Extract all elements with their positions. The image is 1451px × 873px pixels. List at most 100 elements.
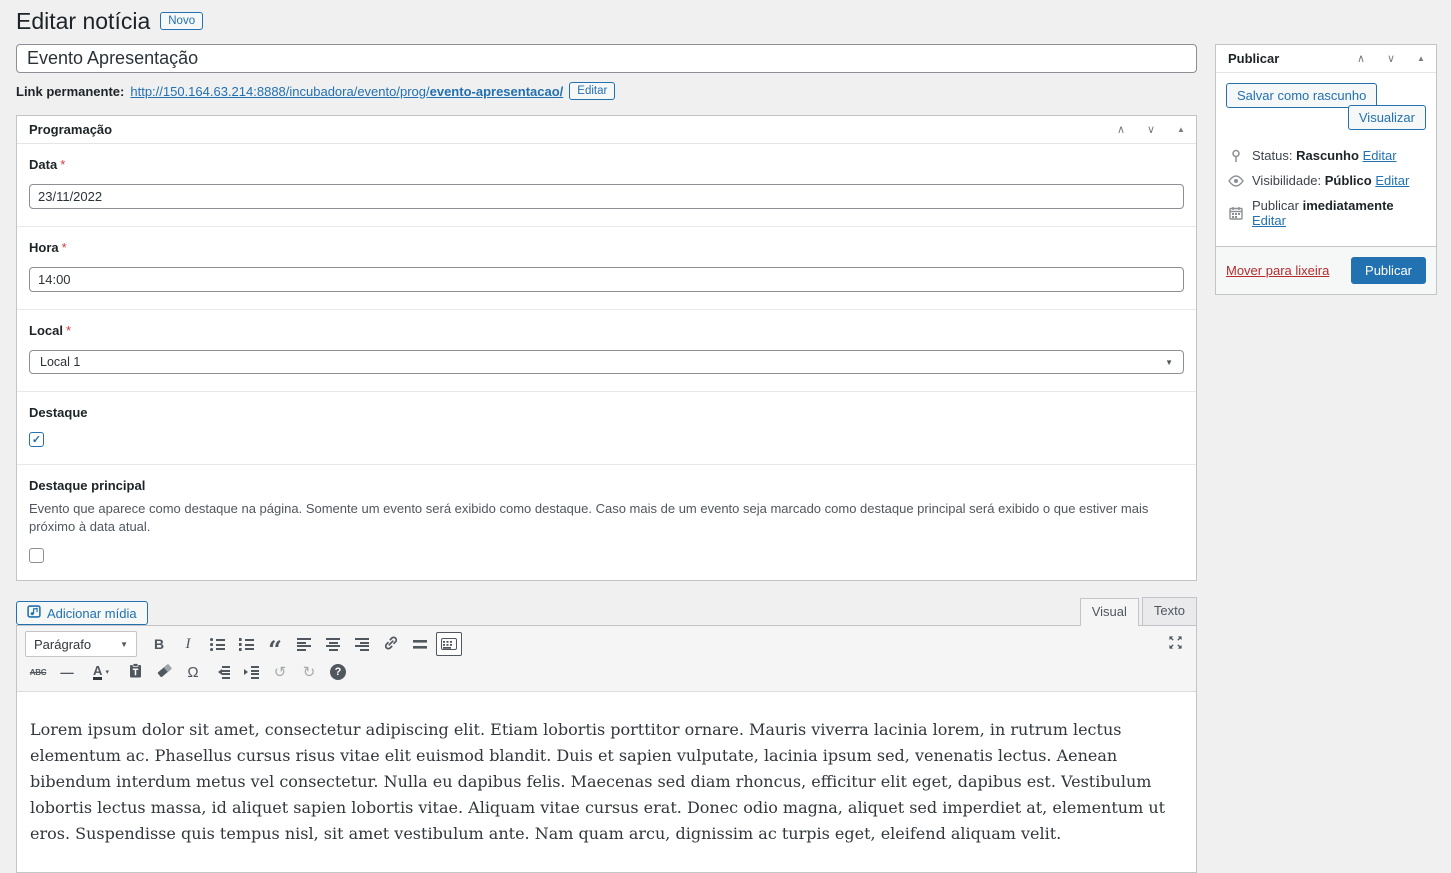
publish-sidebar: Publicar ∧ ∨ ▲ Salvar como rascunho Visu… [1215,44,1437,295]
hora-label: Hora [29,240,59,255]
destaque-principal-checkbox[interactable] [29,548,44,563]
fullscreen-icon [1168,635,1183,653]
preview-button[interactable]: Visualizar [1348,105,1426,130]
toolbar-row-2: ABC — A▾ Ω ↺ ↻ ? [25,658,1188,686]
move-down-icon[interactable]: ∨ [1376,45,1406,72]
italic-button[interactable]: I [175,632,201,656]
editor-content-area[interactable]: Lorem ipsum dolor sit amet, consectetur … [17,692,1196,872]
bold-icon: B [154,636,164,652]
metabox-handle-actions: ∧ ∨ ▲ [1106,116,1196,143]
tab-visual[interactable]: Visual [1080,598,1139,626]
align-left-icon [297,638,311,651]
field-destaque: Destaque ✓ [17,391,1196,464]
align-right-icon [355,638,369,651]
fullscreen-button[interactable] [1162,632,1188,656]
text-color-button[interactable]: A▾ [83,660,119,684]
indent-icon [244,666,259,679]
required-mark: * [62,240,67,255]
move-up-icon[interactable]: ∧ [1346,45,1376,72]
align-left-button[interactable] [291,632,317,656]
eraser-icon [157,664,172,680]
redo-button[interactable]: ↻ [296,660,322,684]
data-label: Data [29,157,57,172]
required-mark: * [66,323,71,338]
local-select[interactable]: Local 1 ▼ [29,350,1184,374]
align-right-button[interactable] [349,632,375,656]
visibility-edit-link[interactable]: Editar [1375,173,1409,188]
publish-button[interactable]: Publicar [1351,257,1426,284]
publish-misc-rows: Status: Rascunho Editar Visibilidade: Pú… [1226,130,1426,240]
add-new-button[interactable]: Novo [160,12,203,30]
status-edit-link[interactable]: Editar [1363,148,1397,163]
tab-texto[interactable]: Texto [1142,597,1197,625]
eye-icon [1228,175,1244,187]
align-center-button[interactable] [320,632,346,656]
horizontal-rule-icon: — [60,665,73,680]
toolbar-toggle-button[interactable] [436,632,462,656]
blockquote-button[interactable]: “ [262,632,288,656]
undo-button[interactable]: ↺ [267,660,293,684]
undo-icon: ↺ [274,663,287,681]
editor-tabs: Visual Texto [1080,597,1197,625]
hora-input[interactable] [29,267,1184,292]
chevron-down-icon: ▾ [105,668,109,676]
destaque-checkbox[interactable]: ✓ [29,432,44,447]
post-title-input[interactable] [16,44,1197,73]
indent-button[interactable] [238,660,264,684]
move-up-icon[interactable]: ∧ [1106,116,1136,143]
toggle-panel-icon[interactable]: ▲ [1166,116,1196,143]
local-select-value: Local 1 [40,355,80,369]
required-mark: * [60,157,65,172]
outdent-button[interactable] [209,660,235,684]
link-icon [383,635,399,654]
calendar-icon [1228,206,1244,220]
add-media-label: Adicionar mídia [47,606,137,621]
permalink: Link permanente: http://150.164.63.214:8… [16,82,1197,100]
read-more-button[interactable] [407,632,433,656]
toggle-panel-icon[interactable]: ▲ [1406,45,1436,72]
numbered-list-button[interactable] [233,632,259,656]
horizontal-rule-button[interactable]: — [54,660,80,684]
toolbar-row-1: Parágrafo ▼ B I “ [25,630,1188,658]
field-data: Data* [17,144,1196,226]
visibility-value: Público [1325,173,1372,188]
programacao-metabox-title: Programação [29,122,112,137]
insert-link-button[interactable] [378,632,404,656]
bulleted-list-button[interactable] [204,632,230,656]
help-button[interactable]: ? [325,660,351,684]
permalink-label: Link permanente: [16,84,124,99]
strikethrough-button[interactable]: ABC [25,660,51,684]
editor-top-bar: Adicionar mídia Visual Texto [16,597,1197,625]
special-character-button[interactable]: Ω [180,660,206,684]
publish-metabox-header: Publicar ∧ ∨ ▲ [1216,45,1436,73]
metabox-handle-actions: ∧ ∨ ▲ [1346,45,1436,72]
permalink-edit-button[interactable]: Editar [569,82,615,100]
field-local: Local* Local 1 ▼ [17,309,1196,391]
help-icon: ? [330,664,346,680]
blockquote-icon: “ [268,636,282,652]
schedule-edit-link[interactable]: Editar [1252,213,1286,228]
paragraph-format-dropdown[interactable]: Parágrafo ▼ [25,631,137,657]
paragraph-format-value: Parágrafo [34,637,91,652]
clear-formatting-button[interactable] [151,660,177,684]
schedule-row: Publicar imediatamente Editar [1228,198,1424,228]
destaque-principal-description: Evento que aparece como destaque na pági… [29,500,1184,536]
programacao-metabox-header: Programação ∧ ∨ ▲ [17,116,1196,144]
omega-icon: Ω [187,664,198,681]
chevron-down-icon: ▼ [120,640,128,649]
add-media-button[interactable]: Adicionar mídia [16,601,148,625]
move-down-icon[interactable]: ∨ [1136,116,1166,143]
bulleted-list-icon [210,638,225,651]
move-to-trash-link[interactable]: Mover para lixeira [1226,263,1329,278]
status-value: Rascunho [1296,148,1359,163]
bold-button[interactable]: B [146,632,172,656]
paste-as-text-button[interactable] [122,660,148,684]
data-input[interactable] [29,184,1184,209]
permalink-link[interactable]: http://150.164.63.214:8888/incubadora/ev… [130,84,563,99]
page-header: Editar notícia Novo [16,6,1197,36]
visibility-label: Visibilidade: [1252,173,1321,188]
editor-container: Parágrafo ▼ B I “ [16,625,1197,873]
redo-icon: ↻ [303,663,316,681]
outdent-icon [215,666,230,679]
field-hora: Hora* [17,226,1196,309]
